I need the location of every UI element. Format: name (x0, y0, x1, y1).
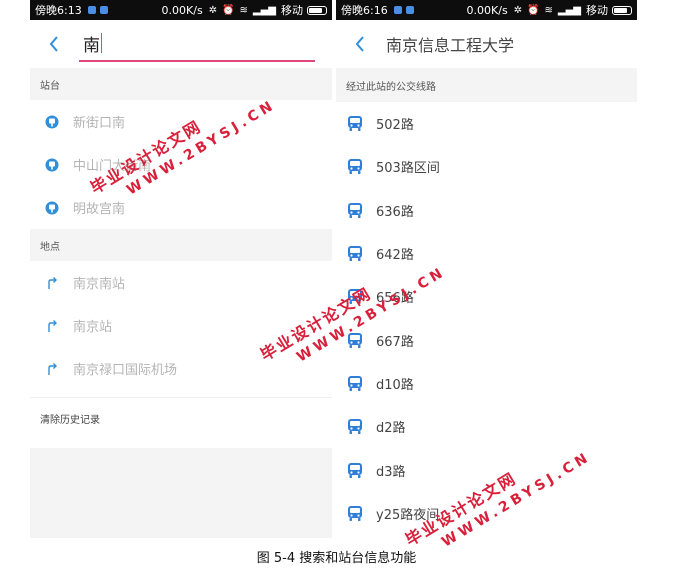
bus-stop-icon (44, 200, 60, 216)
signal-icon: ▂▄▆ (557, 4, 581, 16)
route-row[interactable]: 642路 (336, 232, 637, 275)
bus-icon (346, 158, 364, 176)
item-label: 656路 (376, 291, 414, 307)
item-label: 636路 (376, 204, 414, 220)
wifi-icon: ≋ (544, 4, 553, 16)
left-screen: 傍晚6:13 0.00K/s ✲ ⏰ ≋ ▂▄▆ 移动 南 站台 新街口南中山门… (30, 0, 332, 538)
item-label: 667路 (376, 334, 414, 350)
notification-icon (393, 6, 402, 14)
status-time: 傍晚6:16 (341, 4, 388, 17)
section-header-stations: 站台 (30, 68, 332, 100)
carrier-name: 移动 (586, 4, 608, 17)
chevron-left-icon (49, 36, 58, 52)
list-item[interactable]: 明故宫南 (30, 186, 332, 229)
search-input[interactable]: 南 (79, 26, 315, 62)
notification-icon (87, 6, 96, 14)
item-label: d3路 (376, 464, 406, 480)
bus-icon (346, 288, 364, 306)
route-row[interactable]: 656路 (336, 275, 637, 318)
route-row[interactable]: y25路夜间 (336, 492, 637, 535)
route-list: 502路 503路区间 636路 642路 656路 667路 d10路 d2路 d3路 y25路… (336, 102, 637, 535)
back-button[interactable] (44, 34, 64, 54)
chevron-left-icon (355, 36, 364, 52)
item-label: 南京站 (73, 320, 113, 335)
route-row[interactable]: d10路 (336, 362, 637, 405)
signal-icon: ▂▄▆ (252, 4, 276, 16)
section-header-places: 地点 (30, 229, 332, 261)
turn-arrow-icon (44, 361, 60, 377)
list-item[interactable]: 南京站 (30, 304, 332, 347)
bus-stop-icon (44, 114, 60, 130)
list-item[interactable]: 南京禄口国际机场 (30, 347, 332, 390)
route-row[interactable]: 667路 (336, 318, 637, 361)
turn-arrow-icon (44, 318, 60, 334)
bus-icon (346, 374, 364, 392)
bus-icon (346, 461, 364, 479)
station-list: 新街口南中山门大街南 明故宫南 (30, 100, 332, 229)
route-row[interactable]: 502路 (336, 102, 637, 145)
carrier-name: 移动 (281, 4, 303, 17)
battery-icon (307, 5, 327, 15)
place-list: 南京南站南京站南京禄口国际机场 (30, 261, 332, 390)
network-speed: 0.00K/s (161, 3, 203, 17)
figure-caption: 图 5-4 搜索和站台信息功能 (256, 551, 417, 566)
network-speed: 0.00K/s (466, 3, 508, 17)
turn-arrow-icon (44, 275, 60, 291)
section-header-routes: 经过此站的公交线路 (336, 68, 637, 102)
back-button[interactable] (350, 34, 370, 54)
bus-icon (346, 331, 364, 349)
notification-icon (99, 6, 108, 14)
notification-icon (405, 6, 414, 14)
bus-icon (346, 245, 364, 263)
route-row[interactable]: 503路区间 (336, 145, 637, 188)
bus-icon (346, 418, 364, 436)
right-screen: 傍晚6:16 0.00K/s ✲ ⏰ ≋ ▂▄▆ 移动 南京信息工程大学 经过此… (336, 0, 637, 538)
item-label: 南京南站 (73, 277, 126, 292)
bus-icon (346, 201, 364, 219)
wifi-icon: ≋ (239, 4, 248, 16)
page-title: 南京信息工程大学 (386, 36, 515, 55)
alarm-icon: ⏰ (527, 4, 540, 16)
title-bar: 南京信息工程大学 (336, 20, 637, 68)
bluetooth-icon: ✲ (208, 4, 218, 16)
list-item[interactable]: 中山门大街南 (30, 143, 332, 186)
item-label: 新街口南 (73, 116, 126, 131)
bus-icon (346, 115, 364, 133)
item-label: 明故宫南 (73, 202, 126, 217)
route-row[interactable]: d3路 (336, 448, 637, 491)
text-cursor (101, 33, 102, 53)
bus-stop-icon (44, 157, 60, 173)
item-label: d2路 (376, 421, 406, 437)
item-label: 642路 (376, 248, 414, 264)
status-bar: 傍晚6:13 0.00K/s ✲ ⏰ ≋ ▂▄▆ 移动 (30, 0, 332, 20)
clear-history-button[interactable]: 清除历史记录 (30, 397, 332, 438)
item-label: d10路 (376, 377, 414, 393)
route-row[interactable]: 636路 (336, 189, 637, 232)
alarm-icon: ⏰ (222, 4, 235, 16)
item-label: y25路夜间 (376, 507, 440, 523)
battery-icon (612, 5, 632, 15)
bluetooth-icon: ✲ (513, 4, 523, 16)
item-label: 南京禄口国际机场 (73, 363, 178, 378)
item-label: 502路 (376, 118, 414, 134)
status-time: 傍晚6:13 (35, 4, 82, 17)
empty-area (30, 448, 332, 538)
list-item[interactable]: 新街口南 (30, 100, 332, 143)
item-label: 中山门大街南 (73, 159, 152, 174)
route-row[interactable]: d2路 (336, 405, 637, 448)
search-bar: 南 (30, 20, 332, 68)
bus-icon (346, 504, 364, 522)
item-label: 503路区间 (376, 161, 440, 177)
search-value: 南 (83, 35, 100, 56)
status-bar: 傍晚6:16 0.00K/s ✲ ⏰ ≋ ▂▄▆ 移动 (336, 0, 637, 20)
list-item[interactable]: 南京南站 (30, 261, 332, 304)
